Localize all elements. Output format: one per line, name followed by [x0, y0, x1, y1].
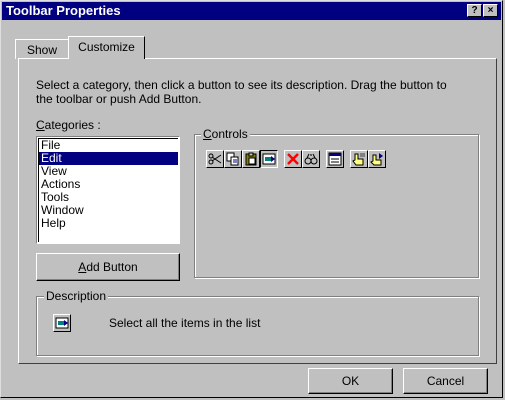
cancel-label: Cancel [426, 374, 465, 388]
close-button[interactable]: × [483, 4, 498, 17]
properties-icon[interactable] [326, 150, 344, 168]
add-button-label: dd Button [86, 260, 138, 274]
toolbar-properties-dialog: Toolbar Properties ? × Show Customize Se… [0, 0, 503, 398]
instructions-text: Select a category, then click a button t… [36, 78, 447, 106]
controls-mnemonic: C [203, 127, 212, 141]
ok-button[interactable]: OK [308, 368, 393, 394]
add-button[interactable]: Add Button [36, 253, 180, 281]
copy-icon[interactable] [224, 150, 242, 168]
delete-icon[interactable] [284, 150, 302, 168]
cancel-button[interactable]: Cancel [403, 368, 488, 394]
description-legend: Description [44, 289, 109, 303]
tab-customize[interactable]: Customize [68, 36, 145, 59]
list-item[interactable]: Help [39, 217, 178, 230]
categories-list[interactable]: File Edit View Actions Tools Window Help [36, 136, 180, 244]
paste-icon[interactable] [242, 150, 260, 168]
hand-icon[interactable] [350, 150, 368, 168]
controls-label: ontrols [211, 127, 248, 141]
title-bar[interactable]: Toolbar Properties ? × [2, 2, 501, 20]
categories-label: Categories : [36, 118, 101, 132]
hand-arrow-icon[interactable] [368, 150, 386, 168]
tab-show[interactable]: Show [15, 39, 69, 59]
find-icon[interactable] [302, 150, 320, 168]
categories-label-text: ategories : [44, 118, 101, 132]
controls-legend: Controls [201, 128, 250, 141]
description-text: Select all the items in the list [109, 316, 261, 330]
cut-icon[interactable] [206, 150, 224, 168]
window-title: Toolbar Properties [6, 3, 121, 18]
ok-label: OK [341, 374, 360, 388]
categories-mnemonic: C [36, 118, 45, 132]
help-button[interactable]: ? [467, 4, 482, 17]
description-icon [53, 314, 71, 332]
select-all-icon[interactable] [260, 150, 278, 168]
